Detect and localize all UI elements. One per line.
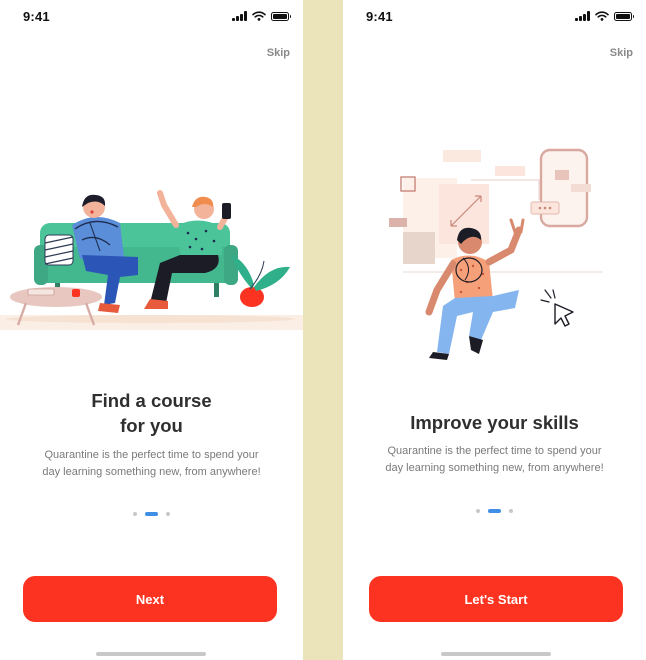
onboarding-stage: 9:41 Skip Find a course for you Quaranti…: [0, 0, 646, 660]
status-bar: 9:41: [343, 0, 646, 34]
page-indicator: [343, 509, 646, 513]
description-line-1: Quarantine is the perfect time to spend …: [44, 449, 259, 461]
battery-icon: [271, 11, 291, 21]
skip-button[interactable]: Skip: [610, 47, 633, 59]
status-bar: 9:41: [0, 0, 303, 34]
status-icons: [575, 11, 634, 21]
page-dot-3[interactable]: [166, 512, 170, 516]
description-line-1: Quarantine is the perfect time to spend …: [387, 445, 602, 457]
signal-icon: [232, 11, 247, 21]
battery-icon: [614, 11, 634, 21]
signal-icon: [575, 11, 590, 21]
home-indicator: [441, 652, 551, 656]
title-line-1: Find a course: [91, 390, 212, 411]
onboarding-screen-1: 9:41 Skip Find a course for you Quaranti…: [0, 0, 303, 660]
lets-start-button[interactable]: Let's Start: [369, 576, 623, 622]
sofa-illustration: [0, 190, 303, 330]
page-dot-2-active[interactable]: [488, 509, 501, 513]
wifi-icon: [595, 11, 609, 21]
page-dot-1[interactable]: [133, 512, 137, 516]
page-indicator: [0, 512, 303, 516]
page-dot-1[interactable]: [476, 509, 480, 513]
title: Improve your skills: [410, 412, 579, 433]
page-dot-3[interactable]: [509, 509, 513, 513]
home-indicator: [96, 652, 206, 656]
page-dot-2-active[interactable]: [145, 512, 158, 516]
skills-illustration: [389, 148, 603, 360]
description-line-2: day learning something new, from anywher…: [42, 466, 261, 478]
status-icons: [232, 11, 291, 21]
next-button[interactable]: Next: [23, 576, 277, 622]
status-time: 9:41: [23, 9, 50, 24]
onboarding-screen-2: 9:41 Skip Improve your skills Quarantine…: [343, 0, 646, 660]
skip-button[interactable]: Skip: [267, 47, 290, 59]
title-line-2: for you: [120, 415, 183, 436]
status-time: 9:41: [366, 9, 393, 24]
description-line-2: day learning something new, from anywher…: [385, 462, 604, 474]
wifi-icon: [252, 11, 266, 21]
